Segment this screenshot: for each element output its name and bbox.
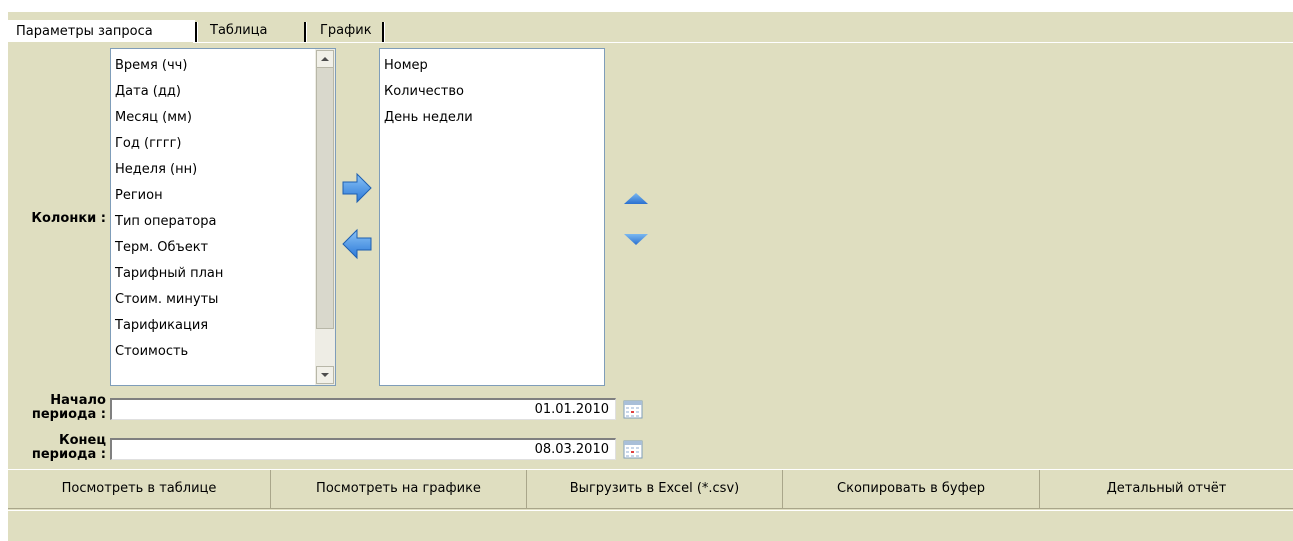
available-columns-scrollbar[interactable] <box>315 49 335 385</box>
period-end-calendar-button[interactable] <box>622 438 644 460</box>
period-end-label-line2: периода : <box>31 447 106 462</box>
scroll-thumb[interactable] <box>316 67 334 329</box>
available-column-item[interactable]: Стоим. минуты <box>111 287 335 313</box>
selected-column-item[interactable]: Номер <box>380 53 604 79</box>
move-left-button[interactable] <box>341 228 373 260</box>
scroll-up-icon <box>321 57 329 61</box>
selected-columns-items: Номер Количество День недели <box>380 49 604 131</box>
available-columns-items: Время (чч) Дата (дд) Месяц (мм) Год (гггг) Н… <box>111 49 335 365</box>
available-column-item[interactable]: Тарификация <box>111 313 335 339</box>
tab-separator <box>382 22 384 42</box>
period-start-calendar-button[interactable] <box>622 398 644 420</box>
selected-column-item[interactable]: Количество <box>380 79 604 105</box>
period-start-field[interactable]: 01.01.2010 <box>110 398 616 420</box>
available-column-item[interactable]: Тарифный план <box>111 261 335 287</box>
export-excel-button[interactable]: Выгрузить в Excel (*.csv) <box>527 470 783 508</box>
available-column-item[interactable]: Месяц (мм) <box>111 105 335 131</box>
available-column-item[interactable]: Тип оператора <box>111 209 335 235</box>
available-column-item[interactable]: Стоимость <box>111 339 335 365</box>
available-column-item[interactable]: Дата (дд) <box>111 79 335 105</box>
period-start-label-line2: периода : <box>31 407 106 422</box>
tab-query-params[interactable]: Параметры запроса <box>8 20 195 42</box>
detailed-report-button[interactable]: Детальный отчёт <box>1040 470 1293 508</box>
selected-columns-list[interactable]: Номер Количество День недели <box>379 48 605 386</box>
available-column-item[interactable]: Время (чч) <box>111 53 335 79</box>
tab-underline <box>193 42 1293 43</box>
view-chart-button[interactable]: Посмотреть на графике <box>271 470 527 508</box>
calendar-icon <box>623 400 643 419</box>
calendar-icon <box>623 440 643 459</box>
arrow-left-icon <box>342 228 372 260</box>
available-column-item[interactable]: Терм. Объект <box>111 235 335 261</box>
scroll-up-button[interactable] <box>316 50 334 68</box>
tab-separator <box>304 22 306 42</box>
triangle-down-icon <box>624 234 648 245</box>
period-start-label-line1: Начало <box>50 393 106 408</box>
available-column-item[interactable]: Регион <box>111 183 335 209</box>
scroll-down-button[interactable] <box>316 366 334 384</box>
selected-column-item[interactable]: День недели <box>380 105 604 131</box>
available-column-item[interactable]: Неделя (нн) <box>111 157 335 183</box>
columns-label: Колонки : <box>31 211 106 226</box>
status-strip <box>8 510 1293 541</box>
tab-chart[interactable]: График <box>308 20 388 42</box>
triangle-up-icon <box>624 193 648 204</box>
action-button-row: Посмотреть в таблице Посмотреть на графи… <box>8 469 1293 509</box>
move-down-button[interactable] <box>622 230 650 248</box>
move-up-button[interactable] <box>622 190 650 208</box>
available-column-item[interactable]: Год (гггг) <box>111 131 335 157</box>
tab-table[interactable]: Таблица <box>198 20 303 42</box>
period-start-label: Начало периода : <box>14 394 106 422</box>
view-table-button[interactable]: Посмотреть в таблице <box>8 470 271 508</box>
period-end-field[interactable]: 08.03.2010 <box>110 438 616 460</box>
scroll-down-icon <box>321 373 329 377</box>
period-end-label-line1: Конец <box>59 433 106 448</box>
move-right-button[interactable] <box>341 172 373 204</box>
arrow-right-icon <box>342 172 372 204</box>
copy-to-buffer-button[interactable]: Скопировать в буфер <box>783 470 1040 508</box>
period-end-label: Конец периода : <box>14 434 106 462</box>
available-columns-list[interactable]: Время (чч) Дата (дд) Месяц (мм) Год (гггг) Н… <box>110 48 336 386</box>
tab-separator <box>195 22 197 42</box>
